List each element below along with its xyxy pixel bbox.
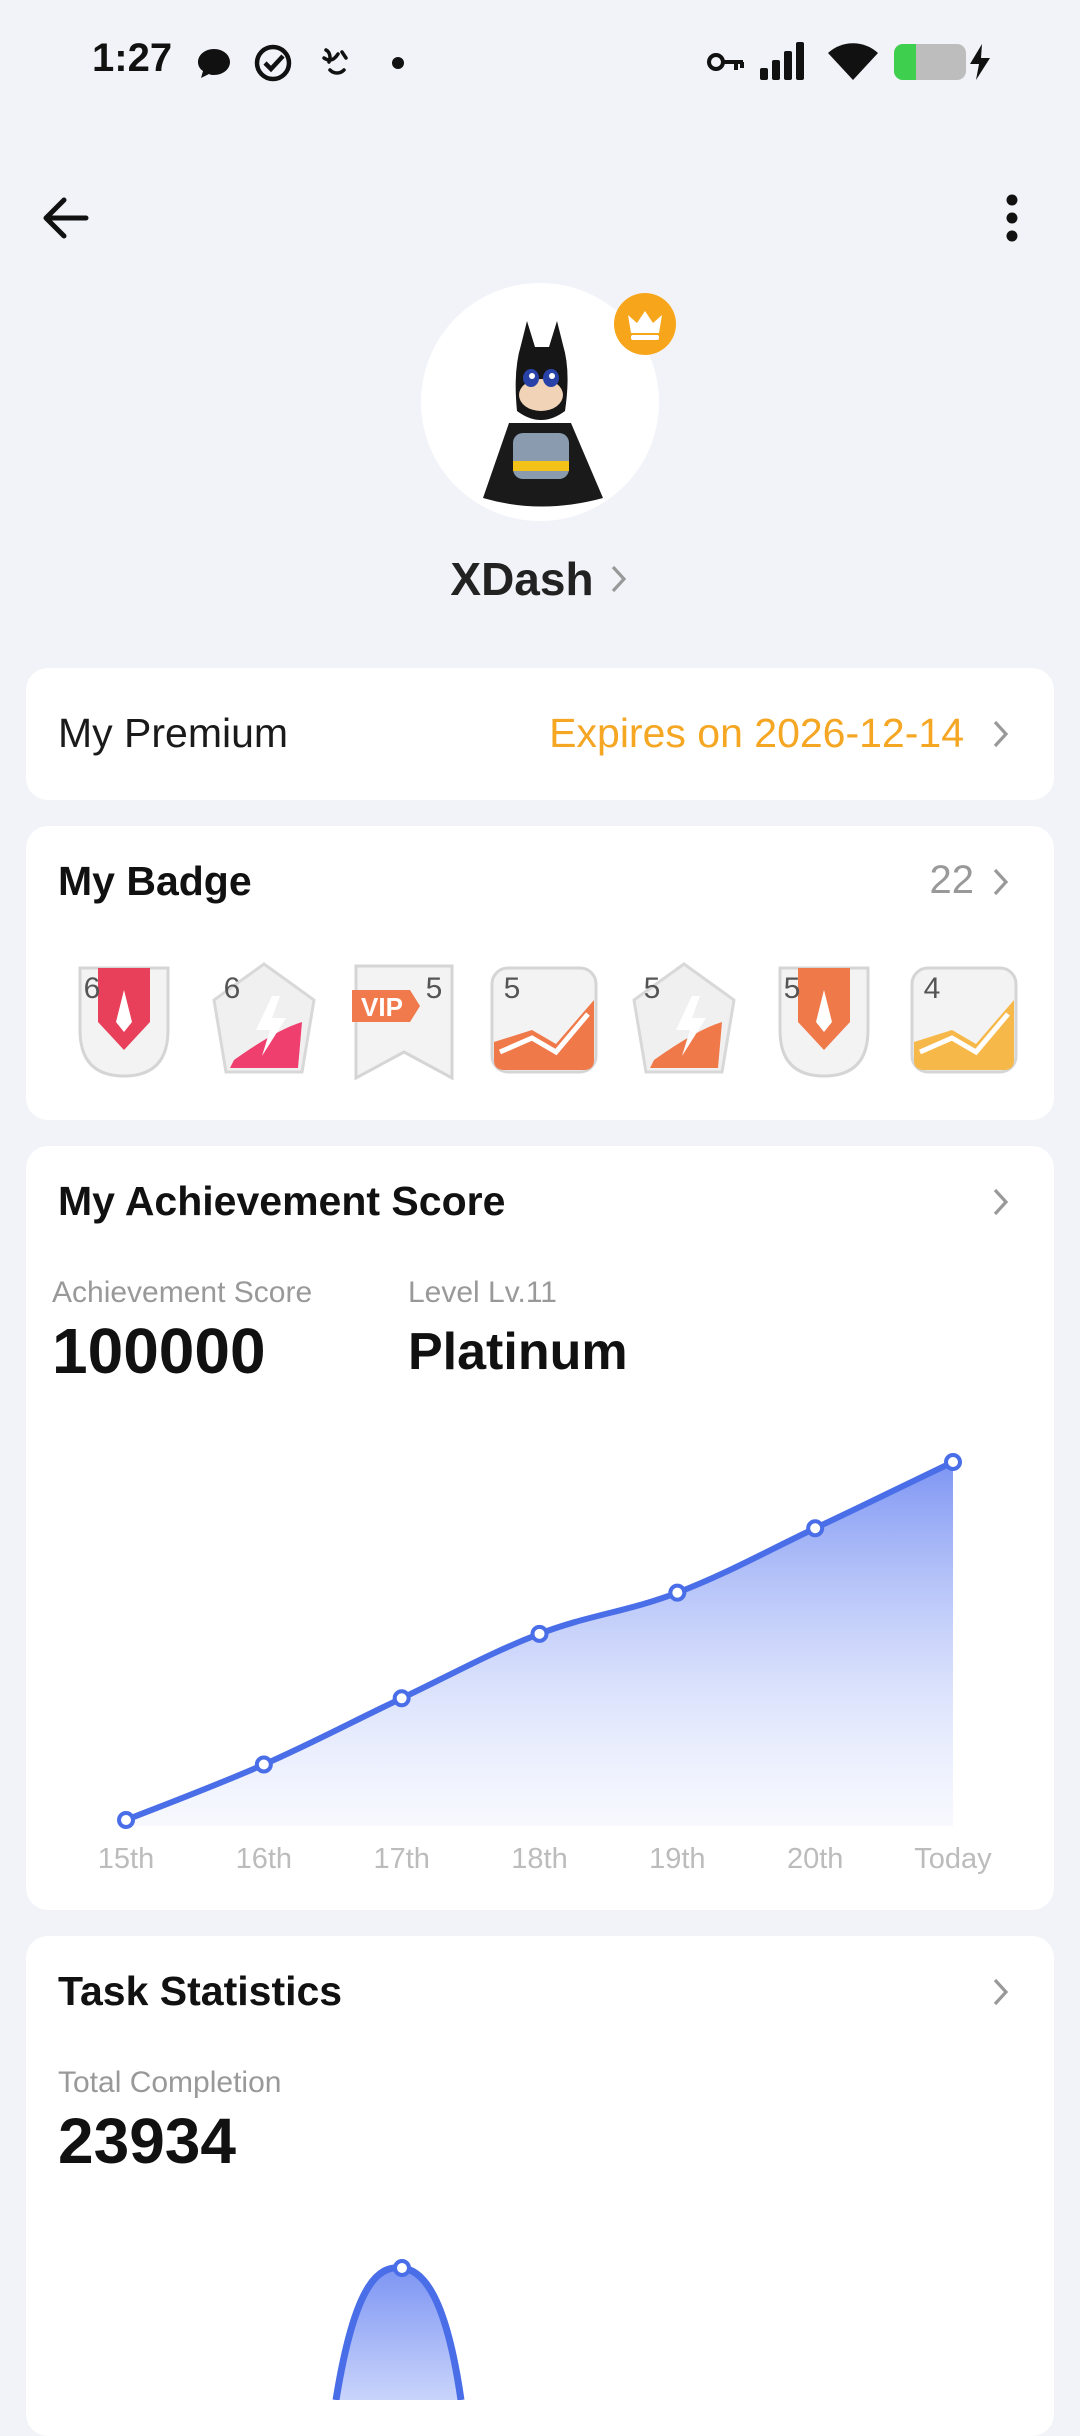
chevron-right-icon bbox=[993, 720, 1009, 748]
svg-text:5: 5 bbox=[504, 972, 521, 1005]
achievement-chart-point bbox=[117, 1811, 135, 1829]
username: XDash bbox=[450, 553, 594, 605]
rocket-badge-icon: 5 bbox=[778, 966, 870, 1078]
badge-card[interactable]: My Badge 22 6 6 VIP 5 5 5 5 4 bbox=[26, 826, 1054, 1120]
badge-vip-badge-icon[interactable]: VIP 5 bbox=[346, 960, 462, 1084]
chat-bubble-icon bbox=[198, 49, 230, 78]
check-circle-icon bbox=[254, 44, 292, 82]
svg-text:VIP: VIP bbox=[361, 992, 403, 1022]
achievement-chart-point bbox=[392, 1689, 411, 1708]
task-chart-area bbox=[336, 2267, 461, 2400]
wifi-icon bbox=[828, 43, 878, 80]
badge-title: My Badge bbox=[58, 858, 252, 904]
achievement-chart-x-label: 16th bbox=[236, 1843, 292, 1875]
svg-text:5: 5 bbox=[644, 972, 661, 1005]
crown-icon bbox=[614, 293, 676, 355]
vip-badge-icon: VIP 5 bbox=[352, 964, 454, 1081]
achievement-chart-point bbox=[668, 1583, 687, 1602]
status-time: 1:27 bbox=[92, 36, 173, 80]
achievement-chart-x-label: Today bbox=[914, 1843, 992, 1875]
achievement-chart-x-label: 20th bbox=[787, 1843, 843, 1875]
key-icon bbox=[707, 53, 744, 71]
premium-expiry: Expires on 2026-12-14 bbox=[549, 710, 964, 756]
svg-text:5: 5 bbox=[784, 972, 801, 1005]
badge-rocket-badge-icon[interactable]: 6 bbox=[66, 960, 182, 1084]
badge-chart-badge-icon[interactable]: 5 bbox=[486, 960, 602, 1084]
achievement-chart-x-label: 19th bbox=[649, 1843, 705, 1875]
badge-chart-badge-icon[interactable]: 4 bbox=[906, 960, 1022, 1084]
badge-rocket-badge-icon[interactable]: 5 bbox=[766, 960, 882, 1084]
back-button[interactable] bbox=[36, 186, 100, 250]
badge-list: 6 6 VIP 5 5 5 5 4 bbox=[66, 960, 1046, 1090]
more-options-button[interactable] bbox=[980, 186, 1044, 250]
premium-label: My Premium bbox=[58, 710, 289, 756]
achievement-chart-x-label: 18th bbox=[511, 1843, 567, 1875]
achievement-chart-x-label: 17th bbox=[373, 1843, 429, 1875]
battery-charging-icon bbox=[894, 44, 966, 80]
task-chart bbox=[332, 2259, 465, 2400]
achievement-chart-point bbox=[530, 1624, 549, 1643]
badge-count: 22 bbox=[929, 858, 975, 902]
chart-badge-icon: 5 bbox=[490, 966, 598, 1074]
svg-text:5: 5 bbox=[426, 972, 443, 1005]
svg-text:6: 6 bbox=[224, 972, 241, 1005]
chart-badge-icon: 4 bbox=[910, 966, 1018, 1074]
achievement-card[interactable]: My Achievement Score Achievement Score 1… bbox=[26, 1146, 1054, 1910]
badge-lightning-badge-icon[interactable]: 5 bbox=[626, 960, 742, 1084]
svg-text:6: 6 bbox=[84, 972, 101, 1005]
lightning-badge-icon: 6 bbox=[212, 962, 316, 1074]
chevron-right-icon bbox=[993, 868, 1009, 896]
hand-gesture-icon bbox=[322, 48, 348, 75]
lightning-badge-icon: 5 bbox=[632, 962, 736, 1074]
svg-text:4: 4 bbox=[924, 972, 941, 1005]
achievement-chart-point bbox=[806, 1519, 825, 1538]
badge-lightning-badge-icon[interactable]: 6 bbox=[206, 960, 322, 1084]
rocket-badge-icon: 6 bbox=[78, 966, 170, 1078]
achievement-chart-x-label: 15th bbox=[98, 1843, 154, 1875]
achievement-chart: 15th 16th 17th 18th 19th 20th Today bbox=[98, 1453, 992, 1875]
task-card[interactable]: Task Statistics Total Completion 23934 bbox=[26, 1936, 1054, 2436]
charging-bolt-icon bbox=[970, 44, 990, 80]
premium-card[interactable]: My Premium Expires on 2026-12-14 bbox=[26, 668, 1054, 800]
achievement-chart-point bbox=[254, 1755, 273, 1774]
signal-icon bbox=[760, 42, 804, 80]
dot-icon bbox=[392, 57, 404, 69]
username-row[interactable]: XDash bbox=[0, 552, 1080, 606]
task-chart-point bbox=[393, 2259, 411, 2277]
achievement-chart-point bbox=[944, 1453, 962, 1471]
chevron-right-icon bbox=[611, 565, 626, 593]
